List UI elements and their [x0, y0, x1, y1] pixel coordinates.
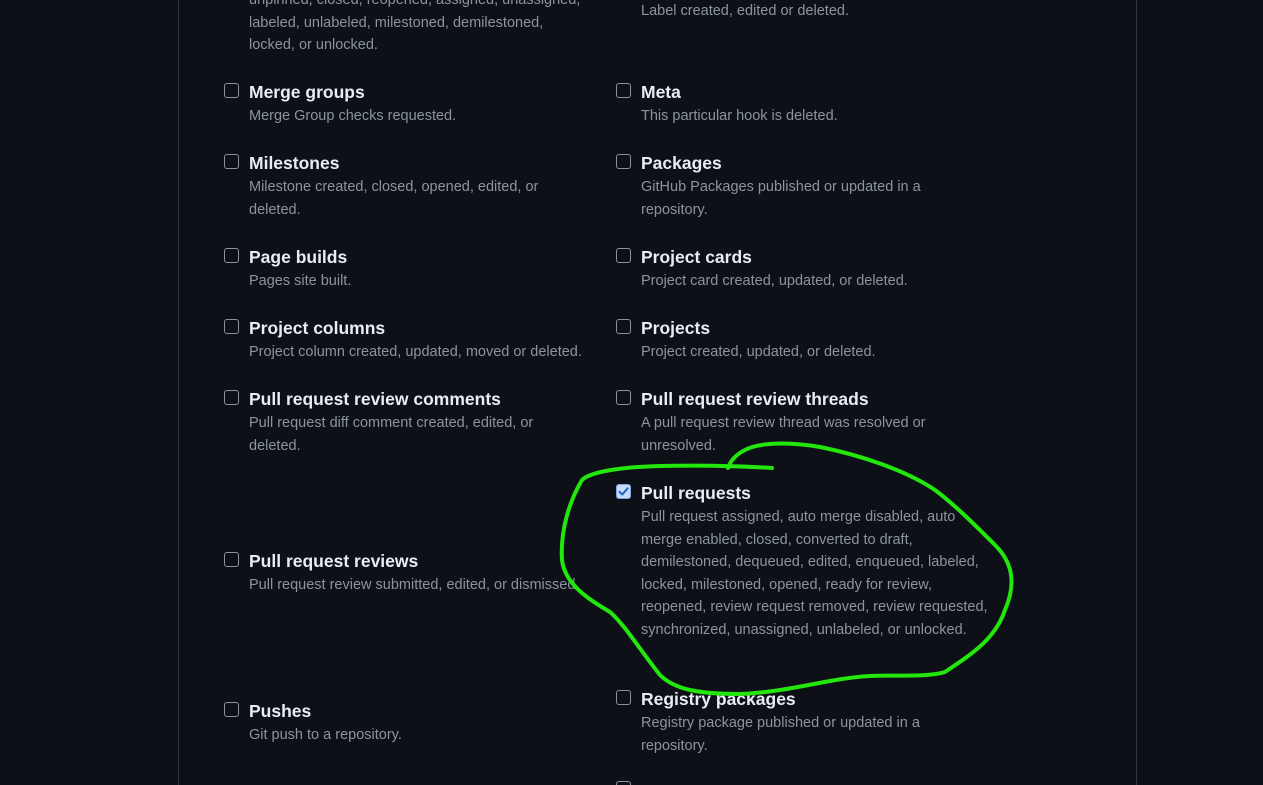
event-label[interactable]: Project columns	[249, 317, 385, 339]
event-description: GitHub Packages published or updated in …	[641, 179, 921, 218]
pull-request-review-threads-checkbox[interactable]	[616, 390, 631, 405]
event-label[interactable]: Pull request reviews	[249, 550, 418, 572]
event-description: This particular hook is deleted.	[641, 108, 838, 124]
event-description: Pull request assigned, auto merge disabl…	[641, 509, 988, 638]
pull-request-reviews-checkbox[interactable]	[224, 552, 239, 567]
packages-checkbox[interactable]	[616, 154, 631, 169]
event-description: Pull request diff comment created, edite…	[249, 415, 534, 454]
event-description: Project column created, updated, moved o…	[249, 344, 582, 360]
projects-checkbox[interactable]	[616, 319, 631, 334]
description-line: Label created, edited or deleted.	[641, 3, 849, 19]
event-description: Pull request review submitted, edited, o…	[249, 577, 580, 593]
event-label[interactable]: Milestones	[249, 152, 339, 174]
event-label[interactable]: Projects	[641, 317, 710, 339]
milestones-checkbox[interactable]	[224, 154, 239, 169]
truncated-description-left: unpinned, closed, reopened, assigned, un…	[249, 0, 580, 57]
event-label[interactable]: Pull request review threads	[641, 388, 869, 410]
event-label[interactable]: Pushes	[249, 700, 311, 722]
meta-checkbox[interactable]	[616, 83, 631, 98]
event-description: Project card created, updated, or delete…	[641, 273, 908, 289]
next-event-checkbox[interactable]	[616, 781, 631, 785]
event-label[interactable]: Meta	[641, 81, 681, 103]
description-line: locked, or unlocked.	[249, 37, 378, 54]
pull-request-review-comments-checkbox[interactable]	[224, 390, 239, 405]
event-description: Milestone created, closed, opened, edite…	[249, 179, 539, 218]
checkmark-icon	[618, 487, 629, 496]
event-label[interactable]: Page builds	[249, 246, 347, 268]
page-builds-checkbox[interactable]	[224, 248, 239, 263]
description-line: unpinned, closed, reopened, assigned, un…	[249, 0, 581, 8]
event-description: A pull request review thread was resolve…	[641, 415, 926, 454]
pull-requests-checkbox[interactable]	[616, 484, 631, 499]
description-line: labeled, unlabeled, milestoned, demilest…	[249, 14, 544, 31]
event-description: Registry package published or updated in…	[641, 715, 920, 754]
event-description: Merge Group checks requested.	[249, 108, 457, 124]
event-description: Project created, updated, or deleted.	[641, 344, 876, 360]
merge-groups-checkbox[interactable]	[224, 83, 239, 98]
event-label[interactable]: Merge groups	[249, 81, 365, 103]
project-cards-checkbox[interactable]	[616, 248, 631, 263]
event-label[interactable]: Packages	[641, 152, 722, 174]
registry-packages-checkbox[interactable]	[616, 690, 631, 705]
pushes-checkbox[interactable]	[224, 702, 239, 717]
event-description: Git push to a repository.	[249, 727, 402, 743]
event-label[interactable]: Pull request review comments	[249, 388, 501, 410]
event-label[interactable]: Registry packages	[641, 688, 796, 710]
truncated-description-right: Label created, edited or deleted.	[641, 0, 849, 23]
event-description: Pages site built.	[249, 273, 352, 289]
event-label[interactable]: Pull requests	[641, 482, 751, 504]
project-columns-checkbox[interactable]	[224, 319, 239, 334]
webhook-events-page: unpinned, closed, reopened, assigned, un…	[0, 0, 1263, 785]
event-label[interactable]: Project cards	[641, 246, 752, 268]
